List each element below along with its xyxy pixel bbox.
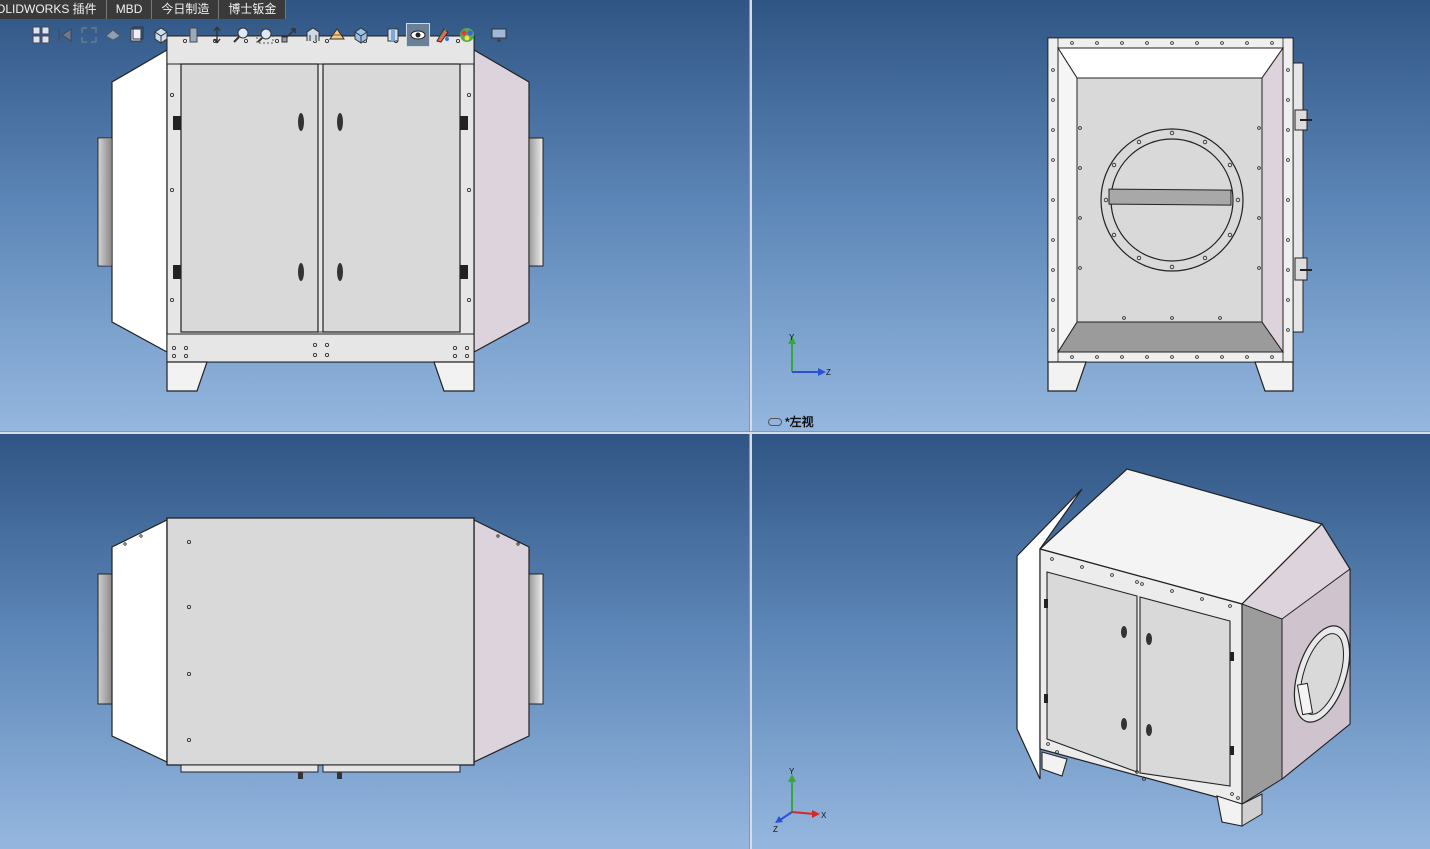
previous-view-icon[interactable] [54,24,76,46]
section-view-icon[interactable] [78,24,100,46]
isometric-view-model[interactable] [752,434,1430,849]
viewport-front[interactable]: OLIDWORKS 插件 MBD 今日制造 博士钣金 [0,0,749,431]
zoom-to-fit-icon[interactable] [254,24,276,46]
rotate-view-icon[interactable] [206,24,228,46]
viewport-left-view[interactable]: Y Z *左视 [752,0,1430,431]
normal-to-icon[interactable] [350,24,372,46]
svg-text:Z: Z [773,825,778,834]
left-view-model[interactable] [752,0,1430,431]
appearance-icon[interactable] [432,24,454,46]
tab-solidworks-addins[interactable]: OLIDWORKS 插件 [0,0,107,19]
monitor-icon[interactable] [488,24,510,46]
svg-text:Y: Y [789,767,795,776]
svg-text:Y: Y [789,333,795,342]
edit-appearance-icon[interactable] [182,24,204,46]
svg-text:Z: Z [826,368,831,377]
hide-show-items-icon[interactable] [150,24,172,46]
view-name-text: *左视 [785,415,814,429]
command-manager-tabs: OLIDWORKS 插件 MBD 今日制造 博士钣金 [0,0,287,19]
pan-icon[interactable] [278,24,300,46]
orientation-triad-iso: Y X Z [773,767,827,834]
tab-sheet-metal[interactable]: 博士钣金 [219,0,287,19]
viewport-splitter-vertical[interactable] [749,0,752,849]
realview-icon[interactable] [406,23,430,47]
viewport-top-view[interactable] [0,434,749,849]
zoom-to-area-icon[interactable] [230,24,252,46]
svg-text:X: X [821,811,827,820]
view-settings-icon[interactable] [382,24,404,46]
tab-mbd[interactable]: MBD [107,0,153,19]
top-view-model[interactable] [0,434,749,849]
isometric-icon[interactable] [326,24,348,46]
view-name-label: *左视 [768,413,814,430]
orientation-triad: Y Z [788,333,831,377]
viewport-splitter-horizontal[interactable] [0,431,1430,434]
view-orientation-icon[interactable] [30,24,52,46]
display-style-icon[interactable] [126,24,148,46]
standard-views-icon[interactable] [302,24,324,46]
tab-today-manufacturing[interactable]: 今日制造 [152,0,220,19]
viewport-isometric[interactable]: Y X Z [752,434,1430,849]
apply-scene-icon[interactable] [456,24,478,46]
dynamic-annotation-icon[interactable] [102,24,124,46]
link-views-icon[interactable] [768,417,782,426]
heads-up-view-toolbar [30,22,510,48]
front-view-model[interactable] [0,0,749,431]
